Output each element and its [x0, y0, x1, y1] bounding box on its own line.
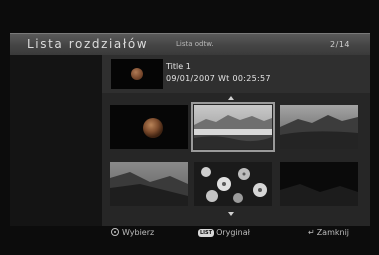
title-name: Title 1 [166, 62, 191, 71]
enter-circle-icon [111, 228, 119, 236]
close-label: Zamknij [316, 228, 350, 237]
chapter-list-screen: Lista rozdziałów Lista odtw. 2/14 Title … [0, 0, 379, 255]
header-bar: Lista rozdziałów Lista odtw. 2/14 [10, 33, 370, 55]
original-hint[interactable]: LIST Oryginał [198, 228, 250, 237]
screen-title: Lista rozdziałów [27, 37, 149, 51]
chapter-thumbnail[interactable] [280, 162, 358, 206]
chapter-thumbnail[interactable] [110, 105, 188, 149]
select-label: Wybierz [122, 228, 155, 237]
list-button-icon: LIST [198, 229, 215, 237]
select-hint[interactable]: Wybierz [111, 228, 154, 237]
left-column [10, 55, 102, 226]
close-hint[interactable]: ↵ Zamknij [308, 228, 349, 237]
scroll-up-arrow-icon[interactable] [228, 96, 234, 100]
playlist-tab-label[interactable]: Lista odtw. [176, 40, 214, 48]
chapter-thumbnail[interactable] [280, 105, 358, 149]
chapter-thumbnail[interactable] [194, 162, 272, 206]
title-datetime: 09/01/2007 Wt 00:25:57 [166, 74, 271, 83]
title-info-strip: Title 1 09/01/2007 Wt 00:25:57 [102, 55, 370, 93]
chapter-thumbnail[interactable] [110, 162, 188, 206]
scroll-down-arrow-icon[interactable] [228, 212, 234, 216]
page-indicator: 2/14 [330, 40, 350, 49]
original-label: Oryginał [216, 228, 250, 237]
current-title-thumbnail [111, 59, 163, 89]
chapter-thumbnail-selected[interactable] [191, 102, 275, 152]
return-icon: ↵ [308, 228, 315, 237]
